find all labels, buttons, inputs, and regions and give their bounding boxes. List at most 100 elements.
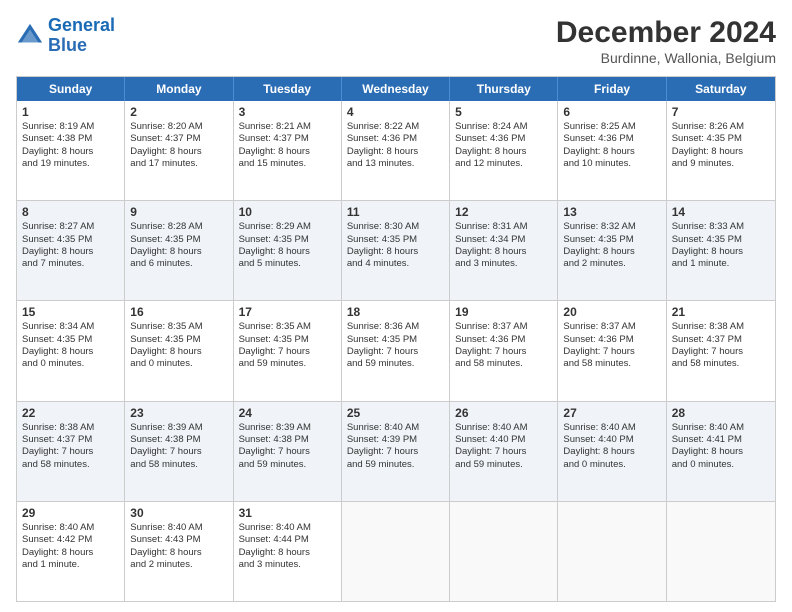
cell-line: Daylight: 8 hours — [239, 547, 336, 559]
cell-line: and 0 minutes. — [672, 459, 770, 471]
cell-line: Sunrise: 8:20 AM — [130, 121, 227, 133]
cell-line: Daylight: 8 hours — [672, 446, 770, 458]
cell-line: Sunset: 4:41 PM — [672, 434, 770, 446]
cell-line: Daylight: 8 hours — [22, 146, 119, 158]
day-number: 10 — [239, 205, 336, 219]
cell-line: Sunrise: 8:31 AM — [455, 221, 552, 233]
page: General Blue December 2024 Burdinne, Wal… — [0, 0, 792, 612]
day-cell-19: 19Sunrise: 8:37 AMSunset: 4:36 PMDayligh… — [450, 301, 558, 400]
cell-line: and 59 minutes. — [347, 459, 444, 471]
day-number: 12 — [455, 205, 552, 219]
cell-line: Sunset: 4:40 PM — [455, 434, 552, 446]
empty-cell-4-5 — [558, 502, 666, 601]
day-number: 9 — [130, 205, 227, 219]
main-title: December 2024 — [556, 16, 776, 50]
day-cell-7: 7Sunrise: 8:26 AMSunset: 4:35 PMDaylight… — [667, 101, 775, 200]
cell-line: Daylight: 8 hours — [563, 246, 660, 258]
day-number: 8 — [22, 205, 119, 219]
day-number: 25 — [347, 406, 444, 420]
calendar-row-4: 29Sunrise: 8:40 AMSunset: 4:42 PMDayligh… — [17, 501, 775, 601]
cell-line: Daylight: 7 hours — [672, 346, 770, 358]
cell-line: Sunset: 4:36 PM — [563, 133, 660, 145]
day-cell-25: 25Sunrise: 8:40 AMSunset: 4:39 PMDayligh… — [342, 402, 450, 501]
day-cell-18: 18Sunrise: 8:36 AMSunset: 4:35 PMDayligh… — [342, 301, 450, 400]
day-cell-9: 9Sunrise: 8:28 AMSunset: 4:35 PMDaylight… — [125, 201, 233, 300]
cell-line: and 58 minutes. — [22, 459, 119, 471]
day-cell-30: 30Sunrise: 8:40 AMSunset: 4:43 PMDayligh… — [125, 502, 233, 601]
day-cell-22: 22Sunrise: 8:38 AMSunset: 4:37 PMDayligh… — [17, 402, 125, 501]
empty-cell-4-3 — [342, 502, 450, 601]
day-number: 3 — [239, 105, 336, 119]
cell-line: Sunset: 4:35 PM — [563, 234, 660, 246]
day-number: 7 — [672, 105, 770, 119]
logo-line1: General — [48, 15, 115, 35]
day-cell-5: 5Sunrise: 8:24 AMSunset: 4:36 PMDaylight… — [450, 101, 558, 200]
cell-line: Sunrise: 8:26 AM — [672, 121, 770, 133]
day-number: 4 — [347, 105, 444, 119]
cell-line: Daylight: 7 hours — [347, 446, 444, 458]
day-cell-29: 29Sunrise: 8:40 AMSunset: 4:42 PMDayligh… — [17, 502, 125, 601]
cell-line: Sunset: 4:35 PM — [239, 334, 336, 346]
cell-line: Sunrise: 8:38 AM — [672, 321, 770, 333]
cell-line: Sunset: 4:36 PM — [347, 133, 444, 145]
cell-line: Daylight: 7 hours — [455, 346, 552, 358]
cell-line: Daylight: 7 hours — [347, 346, 444, 358]
day-cell-3: 3Sunrise: 8:21 AMSunset: 4:37 PMDaylight… — [234, 101, 342, 200]
day-number: 23 — [130, 406, 227, 420]
day-cell-14: 14Sunrise: 8:33 AMSunset: 4:35 PMDayligh… — [667, 201, 775, 300]
cell-line: and 0 minutes. — [22, 358, 119, 370]
day-number: 16 — [130, 305, 227, 319]
calendar-header: SundayMondayTuesdayWednesdayThursdayFrid… — [17, 77, 775, 101]
cell-line: Sunset: 4:34 PM — [455, 234, 552, 246]
cell-line: Sunrise: 8:40 AM — [239, 522, 336, 534]
cell-line: and 17 minutes. — [130, 158, 227, 170]
cell-line: Sunset: 4:35 PM — [239, 234, 336, 246]
cell-line: and 59 minutes. — [239, 459, 336, 471]
cell-line: Sunset: 4:37 PM — [130, 133, 227, 145]
cell-line: Daylight: 8 hours — [563, 146, 660, 158]
calendar: SundayMondayTuesdayWednesdayThursdayFrid… — [16, 76, 776, 602]
cell-line: Sunset: 4:38 PM — [130, 434, 227, 446]
day-number: 21 — [672, 305, 770, 319]
cell-line: Sunrise: 8:35 AM — [130, 321, 227, 333]
cell-line: and 58 minutes. — [672, 358, 770, 370]
day-cell-1: 1Sunrise: 8:19 AMSunset: 4:38 PMDaylight… — [17, 101, 125, 200]
cell-line: Daylight: 8 hours — [239, 246, 336, 258]
day-number: 31 — [239, 506, 336, 520]
cell-line: Daylight: 8 hours — [130, 547, 227, 559]
cell-line: Daylight: 7 hours — [239, 346, 336, 358]
title-block: December 2024 Burdinne, Wallonia, Belgiu… — [556, 16, 776, 66]
cell-line: Sunrise: 8:28 AM — [130, 221, 227, 233]
cell-line: and 58 minutes. — [455, 358, 552, 370]
cell-line: Sunrise: 8:32 AM — [563, 221, 660, 233]
cell-line: Daylight: 7 hours — [130, 446, 227, 458]
header-day-tuesday: Tuesday — [234, 77, 342, 101]
cell-line: Sunset: 4:35 PM — [672, 234, 770, 246]
day-cell-26: 26Sunrise: 8:40 AMSunset: 4:40 PMDayligh… — [450, 402, 558, 501]
day-cell-10: 10Sunrise: 8:29 AMSunset: 4:35 PMDayligh… — [234, 201, 342, 300]
day-cell-13: 13 Sunrise: 8:32 AMSunset: 4:35 PMDayligh… — [558, 201, 666, 300]
cell-line: Sunrise: 8:37 AM — [455, 321, 552, 333]
header-day-thursday: Thursday — [450, 77, 558, 101]
cell-line: and 19 minutes. — [22, 158, 119, 170]
day-cell-8: 8Sunrise: 8:27 AMSunset: 4:35 PMDaylight… — [17, 201, 125, 300]
cell-line: and 12 minutes. — [455, 158, 552, 170]
day-number: 13 — [563, 205, 660, 219]
cell-line: Daylight: 8 hours — [22, 346, 119, 358]
cell-line: Sunrise: 8:36 AM — [347, 321, 444, 333]
cell-line: Daylight: 8 hours — [563, 446, 660, 458]
cell-line: and 1 minute. — [672, 258, 770, 270]
cell-line: Daylight: 8 hours — [672, 146, 770, 158]
cell-line: Daylight: 7 hours — [563, 346, 660, 358]
header-day-monday: Monday — [125, 77, 233, 101]
cell-line: Sunset: 4:35 PM — [347, 234, 444, 246]
cell-line: and 15 minutes. — [239, 158, 336, 170]
cell-line: Sunset: 4:35 PM — [347, 334, 444, 346]
day-cell-20: 20Sunrise: 8:37 AMSunset: 4:36 PMDayligh… — [558, 301, 666, 400]
logo-line2: Blue — [48, 35, 87, 55]
cell-line: Sunrise: 8:40 AM — [563, 422, 660, 434]
cell-line: Daylight: 7 hours — [239, 446, 336, 458]
cell-line: Sunset: 4:37 PM — [239, 133, 336, 145]
cell-line: and 58 minutes. — [563, 358, 660, 370]
day-cell-12: 12Sunrise: 8:31 AMSunset: 4:34 PMDayligh… — [450, 201, 558, 300]
